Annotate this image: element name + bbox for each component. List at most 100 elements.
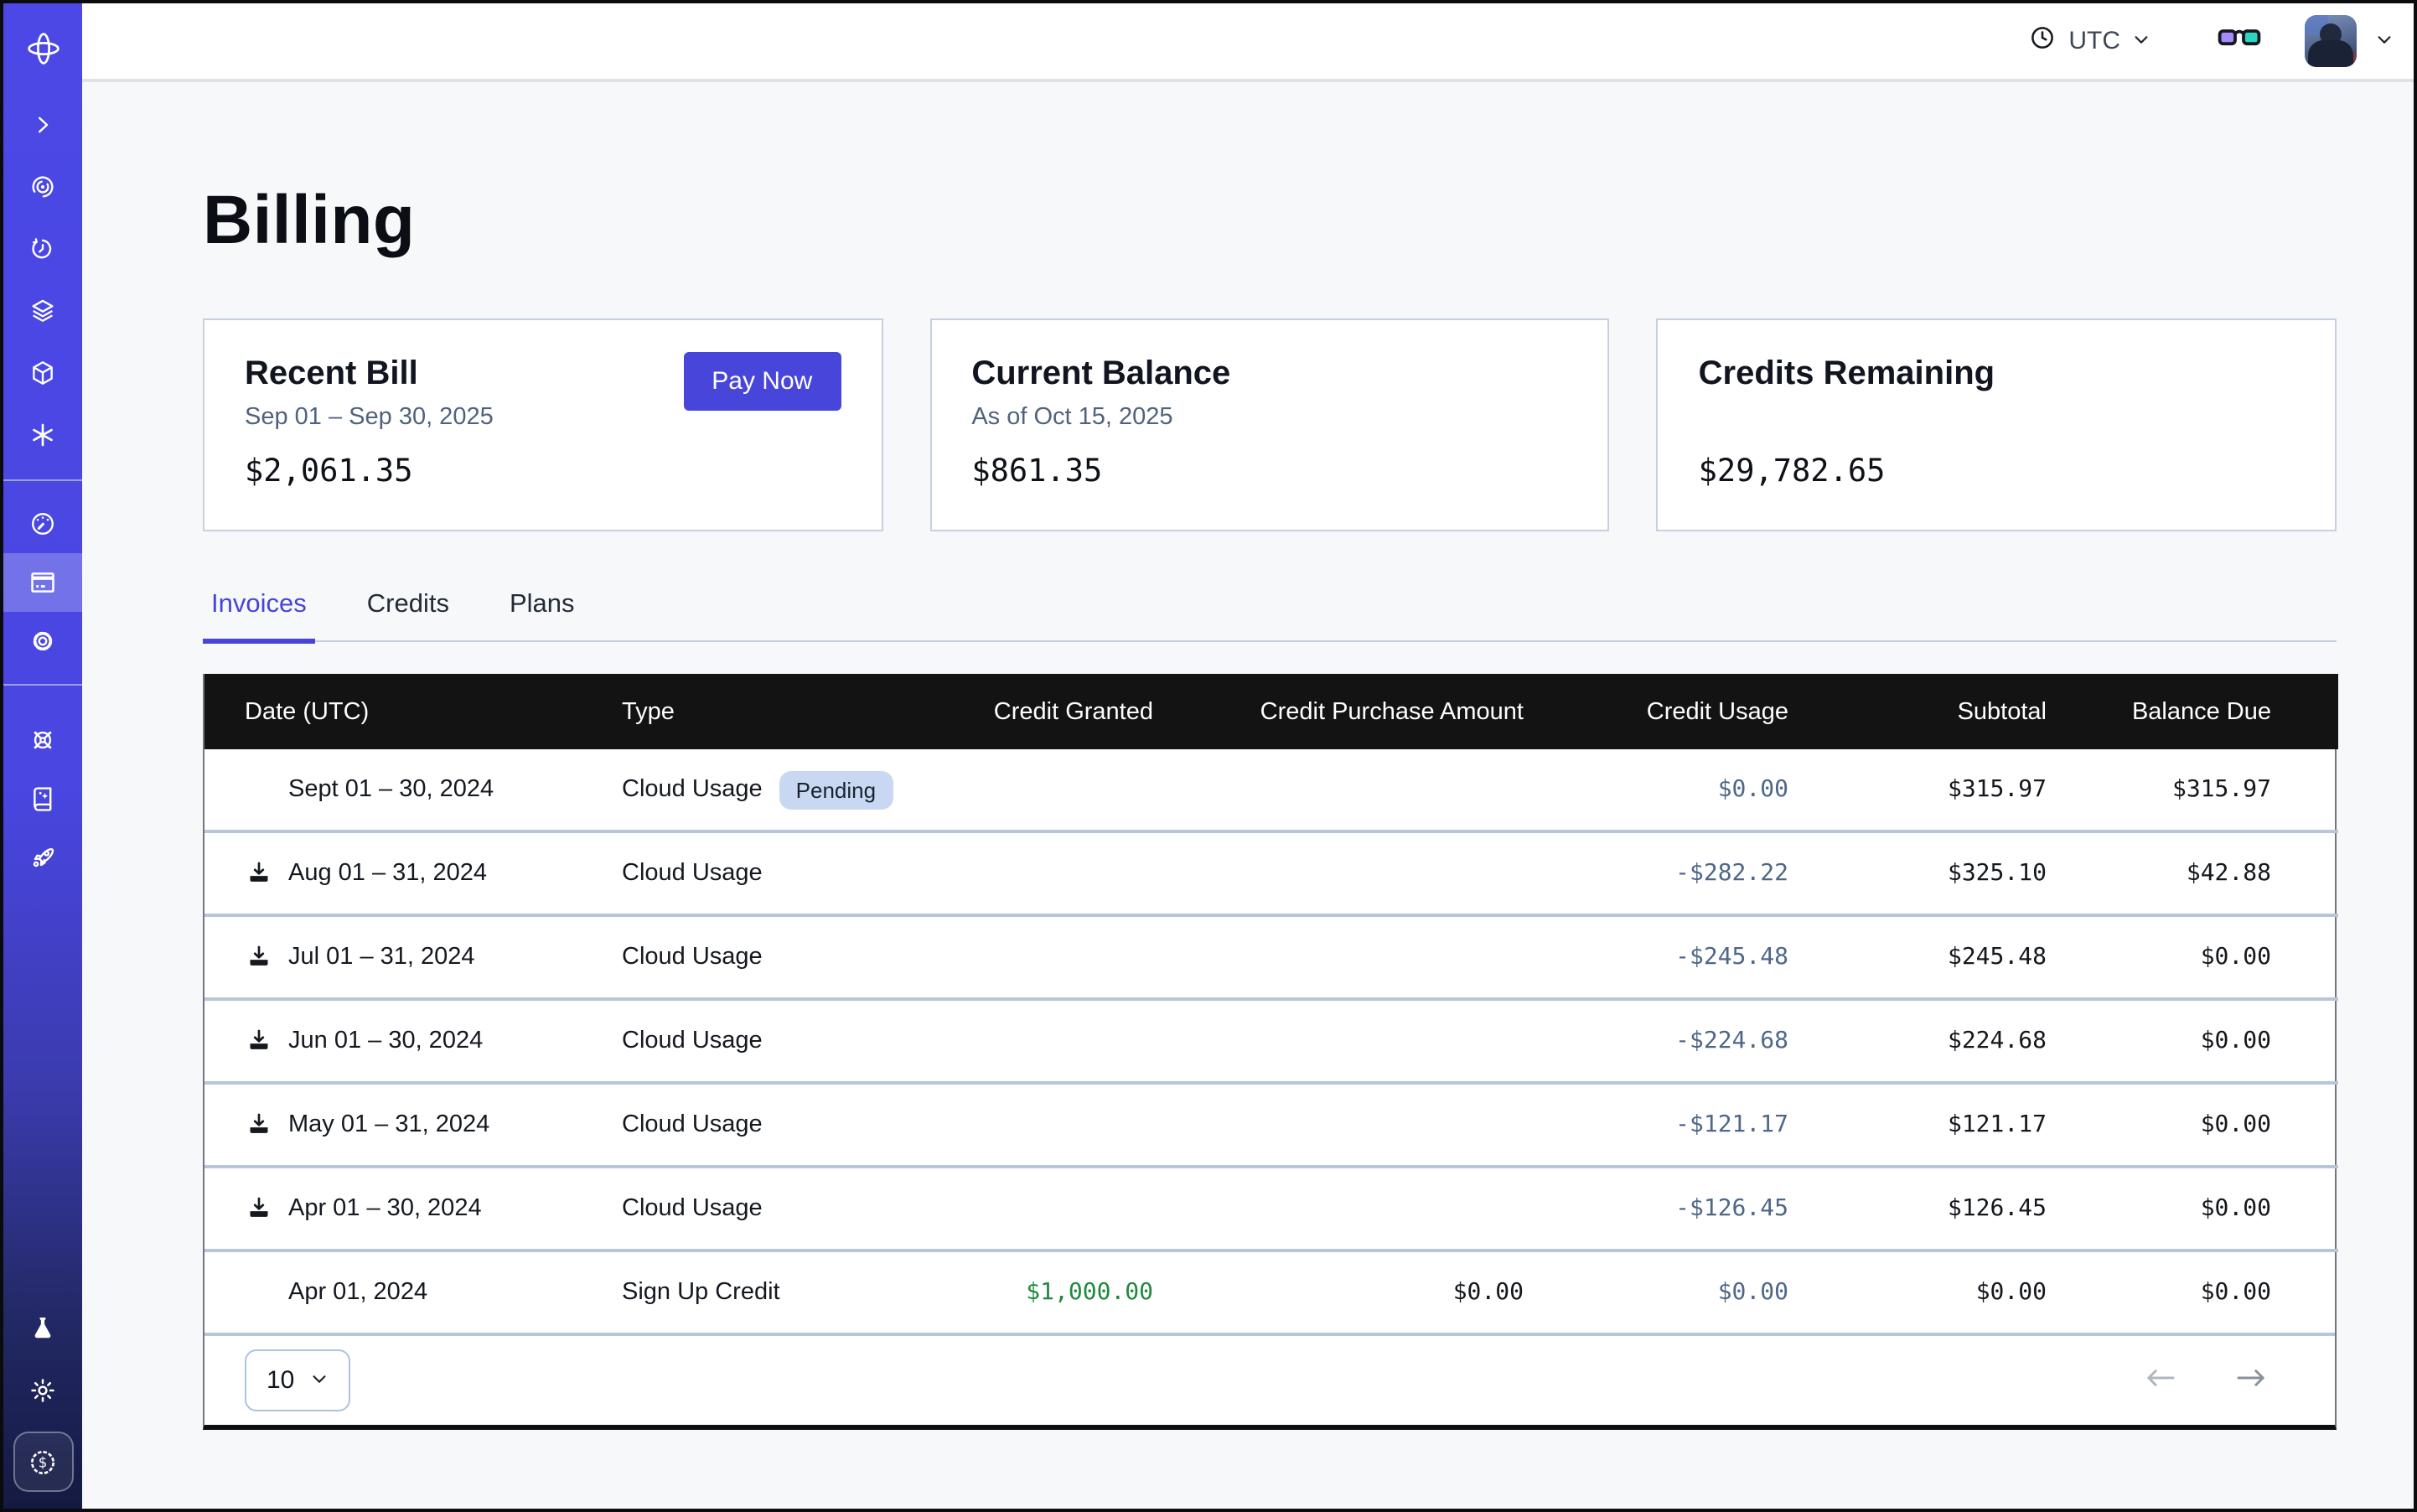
recent-bill-amount: $2,061.35 bbox=[245, 454, 841, 489]
table-row: Jul 01 – 31, 2024 Cloud Usage -$245.48 $… bbox=[204, 915, 2338, 999]
card-as-of: As of Oct 15, 2025 bbox=[971, 401, 1567, 434]
invoice-type: Sign Up Credit bbox=[622, 1279, 780, 1306]
invoice-date: May 01 – 31, 2024 bbox=[288, 1111, 489, 1138]
tab-plans[interactable]: Plans bbox=[501, 590, 583, 644]
balance-due-value: $0.00 bbox=[2047, 915, 2338, 999]
page-size-select[interactable]: 10 bbox=[245, 1349, 349, 1411]
credit-usage-value: $0.00 bbox=[1524, 749, 1788, 831]
chevron-down-icon bbox=[2132, 26, 2150, 56]
app-logo[interactable] bbox=[3, 3, 82, 94]
pay-now-button[interactable]: Pay Now bbox=[683, 352, 841, 411]
sidebar-item-docs[interactable] bbox=[3, 769, 82, 828]
credit-usage-value: -$121.17 bbox=[1524, 1083, 1788, 1167]
timezone-selector[interactable]: UTC bbox=[2028, 23, 2150, 60]
credit-purchase-value bbox=[1153, 1167, 1524, 1251]
flask-icon bbox=[28, 1314, 57, 1343]
main-column: UTC bbox=[82, 3, 2414, 1509]
subtotal-value: $315.97 bbox=[1788, 749, 2047, 831]
app-window: $ UTC bbox=[0, 0, 2417, 1512]
credits-remaining-card: Credits Remaining $29,782.65 bbox=[1657, 318, 2337, 531]
subtotal-value: $245.48 bbox=[1788, 915, 2047, 999]
credit-purchase-value bbox=[1153, 915, 1524, 999]
chevron-right-icon bbox=[30, 112, 55, 137]
sidebar-divider bbox=[3, 684, 82, 686]
book-sparkle-icon bbox=[28, 784, 57, 813]
next-page-button[interactable] bbox=[2234, 1364, 2268, 1396]
tab-credits[interactable]: Credits bbox=[359, 590, 458, 644]
user-avatar bbox=[2305, 15, 2357, 67]
user-menu[interactable] bbox=[2305, 15, 2394, 67]
history-clock-icon bbox=[28, 235, 57, 263]
billing-tabs: Invoices Credits Plans bbox=[203, 590, 2337, 642]
tab-invoices[interactable]: Invoices bbox=[203, 590, 315, 644]
card-sub-empty bbox=[1699, 401, 2295, 434]
sidebar-item-usage[interactable] bbox=[3, 495, 82, 553]
sidebar-item-functions[interactable] bbox=[3, 404, 82, 466]
table-row: Sept 01 – 30, 2024 Cloud Usage Pending $… bbox=[204, 749, 2338, 831]
credit-usage-value: $0.00 bbox=[1524, 1251, 1788, 1333]
table-row: Apr 01 – 30, 2024 Cloud Usage -$126.45 $… bbox=[204, 1167, 2338, 1251]
balance-due-value: $0.00 bbox=[2047, 1083, 2338, 1167]
status-badge: Pending bbox=[779, 770, 893, 809]
balance-due-value: $0.00 bbox=[2047, 1251, 2338, 1333]
table-row: May 01 – 31, 2024 Cloud Usage -$121.17 $… bbox=[204, 1083, 2338, 1167]
asterisk-icon bbox=[28, 421, 57, 449]
download-invoice-button[interactable] bbox=[243, 940, 273, 974]
clock-icon bbox=[2028, 23, 2057, 60]
credit-granted-value bbox=[940, 831, 1153, 915]
prev-page-button[interactable] bbox=[2144, 1364, 2177, 1396]
credit-granted-value bbox=[940, 749, 1153, 831]
sidebar-item-packages[interactable] bbox=[3, 342, 82, 404]
credits-badge-button[interactable]: $ bbox=[13, 1432, 73, 1492]
sidebar-item-getting-started[interactable] bbox=[3, 828, 82, 887]
sidebar-item-history[interactable] bbox=[3, 218, 82, 280]
col-credit-purchase: Credit Purchase Amount bbox=[1153, 674, 1524, 749]
invoice-date: Aug 01 – 31, 2024 bbox=[288, 860, 487, 887]
rocket-icon bbox=[28, 843, 57, 872]
col-credit-granted: Credit Granted bbox=[940, 674, 1153, 749]
download-invoice-button[interactable] bbox=[243, 1192, 273, 1225]
sidebar-item-labs[interactable] bbox=[3, 1297, 82, 1359]
col-date: Date (UTC) bbox=[204, 674, 622, 749]
app-viewport: $ UTC bbox=[0, 0, 2417, 1512]
chevron-down-icon bbox=[2375, 26, 2394, 56]
iris-icon bbox=[28, 173, 57, 201]
credit-usage-value: -$282.22 bbox=[1524, 831, 1788, 915]
sidebar-collapse-toggle[interactable] bbox=[3, 94, 82, 156]
page-title: Billing bbox=[203, 183, 2337, 256]
svg-text:$: $ bbox=[39, 1454, 48, 1470]
col-type: Type bbox=[622, 674, 940, 749]
sidebar-item-settings[interactable] bbox=[3, 612, 82, 671]
col-balance-due: Balance Due bbox=[2047, 674, 2338, 749]
glasses-icon[interactable] bbox=[2218, 23, 2261, 60]
arrow-left-icon bbox=[2144, 1364, 2177, 1396]
download-invoice-button[interactable] bbox=[243, 1024, 273, 1058]
credit-usage-value: -$245.48 bbox=[1524, 915, 1788, 999]
card-title: Current Balance bbox=[971, 352, 1567, 396]
credit-purchase-value bbox=[1153, 831, 1524, 915]
dollar-badge-icon: $ bbox=[27, 1446, 59, 1478]
sidebar-item-layers[interactable] bbox=[3, 280, 82, 342]
download-invoice-button[interactable] bbox=[243, 857, 273, 890]
invoice-date: Sept 01 – 30, 2024 bbox=[288, 776, 494, 803]
table-row: Aug 01 – 31, 2024 Cloud Usage -$282.22 $… bbox=[204, 831, 2338, 915]
sidebar-item-billing[interactable] bbox=[3, 553, 82, 612]
subtotal-value: $224.68 bbox=[1788, 999, 2047, 1083]
sidebar-item-monitor[interactable] bbox=[3, 156, 82, 218]
credit-usage-value: -$126.45 bbox=[1524, 1167, 1788, 1251]
credit-granted-value bbox=[940, 915, 1153, 999]
sidebar-item-help-hub[interactable] bbox=[3, 711, 82, 769]
invoice-date: Jun 01 – 30, 2024 bbox=[288, 1028, 483, 1054]
invoice-date: Jul 01 – 31, 2024 bbox=[288, 944, 475, 971]
table-pagination: 10 bbox=[204, 1333, 2335, 1425]
invoice-type: Cloud Usage bbox=[622, 1111, 763, 1138]
download-invoice-button[interactable] bbox=[243, 1108, 273, 1142]
theme-toggle[interactable] bbox=[3, 1359, 82, 1421]
gauge-icon bbox=[28, 510, 57, 538]
credit-granted-value: $1,000.00 bbox=[940, 1251, 1153, 1333]
credit-granted-value bbox=[940, 1083, 1153, 1167]
helm-wheel-icon bbox=[28, 726, 57, 754]
col-subtotal: Subtotal bbox=[1788, 674, 2047, 749]
credit-purchase-value bbox=[1153, 999, 1524, 1083]
table-header: Date (UTC) Type Credit Granted Credit Pu… bbox=[204, 674, 2338, 749]
